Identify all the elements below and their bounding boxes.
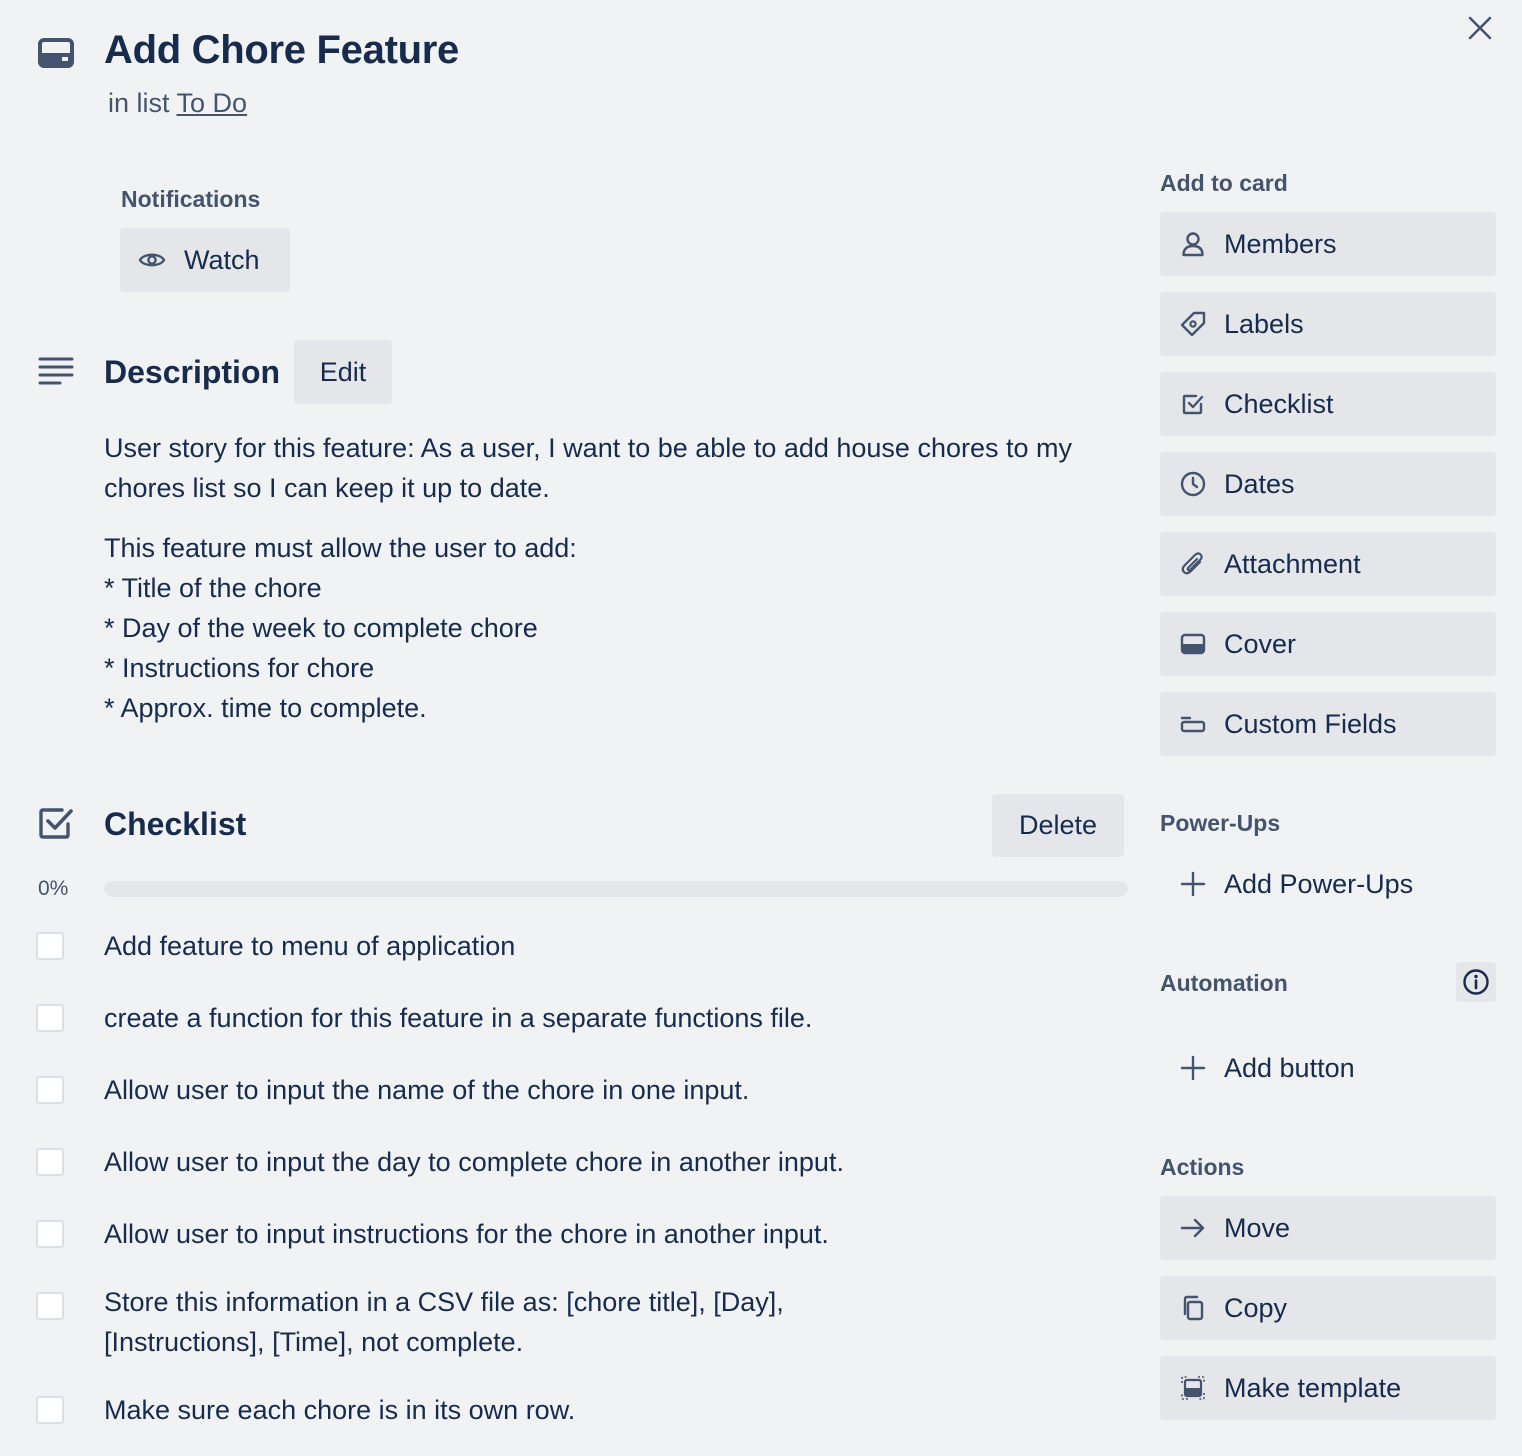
template-icon <box>1180 1375 1206 1401</box>
description-bullet: * Title of the chore <box>104 573 322 603</box>
description-heading: Description <box>104 354 281 390</box>
paperclip-icon <box>1180 551 1206 577</box>
cover-label: Cover <box>1224 628 1297 659</box>
members-label: Members <box>1224 228 1337 259</box>
checklist-item: create a function for this feature in a … <box>36 998 1126 1038</box>
checklist-item: Allow user to input the day to complete … <box>36 1142 1126 1182</box>
members-button[interactable]: Members <box>1160 212 1496 276</box>
checklist-item: Add feature to menu of application <box>36 926 1126 966</box>
item-text[interactable]: Allow user to input the name of the chor… <box>104 1070 749 1110</box>
watch-label: Watch <box>184 244 260 275</box>
close-icon <box>1468 16 1492 40</box>
dates-button[interactable]: Dates <box>1160 452 1496 516</box>
checklist-button[interactable]: Checklist <box>1160 372 1496 436</box>
description-intro: This feature must allow the user to add: <box>104 533 577 563</box>
plus-icon <box>1180 871 1206 897</box>
move-label: Move <box>1224 1212 1291 1243</box>
checklist-heading: Checklist <box>104 806 247 842</box>
list-breadcrumb: in list To Do <box>108 88 247 119</box>
powerups-label: Power-Ups <box>1160 810 1281 836</box>
labels-button[interactable]: Labels <box>1160 292 1496 356</box>
copy-label: Copy <box>1224 1292 1288 1323</box>
info-icon <box>1463 969 1489 995</box>
notifications-label: Notifications <box>121 186 261 212</box>
cover-button[interactable]: Cover <box>1160 612 1496 676</box>
watch-button[interactable]: Watch <box>120 228 290 292</box>
make-template-button[interactable]: Make template <box>1160 1356 1496 1420</box>
item-text[interactable]: Allow user to input the day to complete … <box>104 1142 844 1182</box>
copy-icon <box>1180 1295 1206 1321</box>
copy-button[interactable]: Copy <box>1160 1276 1496 1340</box>
custom-fields-button[interactable]: Custom Fields <box>1160 692 1496 756</box>
card-title: Add Chore Feature <box>104 28 459 72</box>
in-list-prefix: in list <box>108 88 170 118</box>
add-powerups-label: Add Power-Ups <box>1224 868 1414 899</box>
item-checkbox[interactable] <box>36 932 64 960</box>
checklist-item: Store this information in a CSV file as:… <box>36 1282 1126 1362</box>
person-icon <box>1180 231 1206 257</box>
description-body[interactable]: User story for this feature: As a user, … <box>104 428 1114 728</box>
custom-fields-icon <box>1180 711 1206 737</box>
add-to-card-label: Add to card <box>1160 170 1288 196</box>
item-checkbox[interactable] <box>36 1396 64 1424</box>
dates-label: Dates <box>1224 468 1295 499</box>
checklist-icon <box>38 806 74 840</box>
item-text[interactable]: Make sure each chore is in its own row. <box>104 1390 575 1430</box>
add-button-label: Add button <box>1224 1052 1355 1083</box>
edit-description-button[interactable]: Edit <box>294 340 392 404</box>
custom-fields-label: Custom Fields <box>1224 708 1397 739</box>
item-text[interactable]: Allow user to input instructions for the… <box>104 1214 829 1254</box>
description-paragraph: User story for this feature: As a user, … <box>104 433 1073 503</box>
delete-checklist-button[interactable]: Delete <box>992 794 1124 857</box>
add-powerups-button[interactable]: Add Power-Ups <box>1160 852 1496 916</box>
progress-percent: 0% <box>38 877 69 900</box>
make-template-label: Make template <box>1224 1372 1402 1403</box>
item-text[interactable]: Store this information in a CSV file as:… <box>104 1282 864 1362</box>
tag-icon <box>1180 311 1206 337</box>
description-bullet: * Day of the week to complete chore <box>104 613 538 643</box>
description-bullet: * Instructions for chore <box>104 653 375 683</box>
item-checkbox[interactable] <box>36 1004 64 1032</box>
automation-label: Automation <box>1160 970 1288 996</box>
arrow-right-icon <box>1180 1215 1206 1241</box>
checkbox-icon <box>1180 391 1206 417</box>
item-checkbox[interactable] <box>36 1292 64 1320</box>
item-text[interactable]: Add feature to menu of application <box>104 926 515 966</box>
item-checkbox[interactable] <box>36 1220 64 1248</box>
attachment-button[interactable]: Attachment <box>1160 532 1496 596</box>
description-bullet: * Approx. time to complete. <box>104 693 427 723</box>
item-checkbox[interactable] <box>36 1148 64 1176</box>
item-text[interactable]: create a function for this feature in a … <box>104 998 812 1038</box>
actions-label: Actions <box>1160 1154 1245 1180</box>
move-button[interactable]: Move <box>1160 1196 1496 1260</box>
clock-icon <box>1180 471 1206 497</box>
checklist-item: Allow user to input instructions for the… <box>36 1214 1126 1254</box>
add-automation-button[interactable]: Add button <box>1160 1036 1496 1100</box>
list-link[interactable]: To Do <box>177 88 248 118</box>
checklist-item: Make sure each chore is in its own row. <box>36 1390 1126 1430</box>
attachment-label: Attachment <box>1224 548 1361 579</box>
checklist-label: Checklist <box>1224 388 1334 419</box>
progress-bar <box>104 881 1128 897</box>
labels-label: Labels <box>1224 308 1304 339</box>
checklist-item: Allow user to input the name of the chor… <box>36 1070 1126 1110</box>
cover-icon <box>1180 631 1206 657</box>
description-icon <box>38 356 74 386</box>
item-checkbox[interactable] <box>36 1076 64 1104</box>
eye-icon <box>138 253 166 267</box>
automation-info-button[interactable] <box>1456 962 1496 1002</box>
plus-icon <box>1180 1055 1206 1081</box>
close-button[interactable] <box>1462 10 1498 46</box>
card-icon <box>38 38 74 68</box>
